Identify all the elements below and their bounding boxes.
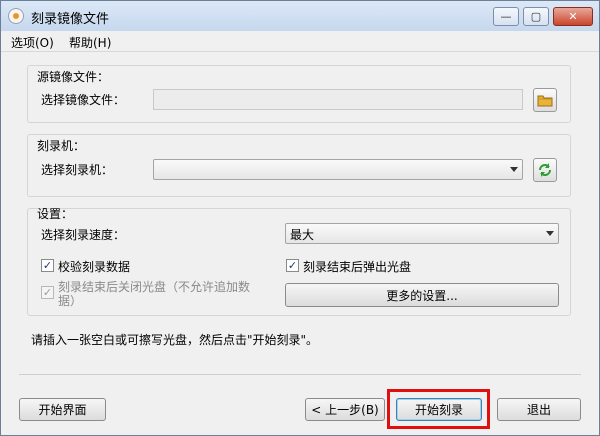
chevron-down-icon (546, 231, 554, 236)
restore-button[interactable]: ▢ (523, 7, 549, 26)
burner-group-label: 刻录机： (37, 139, 86, 153)
browse-button[interactable] (533, 88, 557, 112)
close-disc-checkbox[interactable]: ✓ (41, 286, 54, 299)
home-button[interactable]: 开始界面 (19, 398, 106, 421)
close-disc-label-line1: 刻录结束后关闭光盘（不允许追加数 (58, 280, 251, 294)
source-group-label: 源镜像文件： (37, 70, 110, 84)
close-button[interactable]: ✕ (553, 7, 593, 26)
instruction-text: 请插入一张空白或可擦写光盘，然后点击"开始刻录"。 (31, 333, 319, 347)
title-bar[interactable]: 刻录镜像文件 — ▢ ✕ (1, 1, 599, 31)
app-disc-icon (8, 8, 24, 24)
menu-options[interactable]: 选项(O) (11, 34, 54, 51)
refresh-burner-button[interactable] (533, 158, 557, 182)
folder-icon (537, 95, 553, 107)
burner-select[interactable] (153, 159, 523, 180)
verify-data-checkbox[interactable]: ✓ (41, 259, 54, 272)
back-button[interactable]: < 上一步(B) (305, 398, 385, 421)
footer-separator (19, 374, 581, 375)
chevron-down-icon (510, 167, 518, 172)
highlight-box (387, 389, 490, 429)
speed-select[interactable]: 最大 (285, 223, 559, 244)
select-image-label: 选择镜像文件： (41, 93, 126, 107)
minimize-button[interactable]: — (493, 7, 519, 26)
more-settings-button[interactable]: 更多的设置... (285, 283, 559, 307)
menu-bar: 选项(O) 帮助(H) (1, 31, 599, 52)
window-title: 刻录镜像文件 (31, 12, 110, 27)
verify-data-label: 校验刻录数据 (58, 260, 131, 274)
settings-group-label: 设置： (37, 207, 74, 221)
menu-help[interactable]: 帮助(H) (69, 34, 111, 51)
burn-image-window: 刻录镜像文件 — ▢ ✕ 选项(O) 帮助(H) 源镜像文件： 选择镜像文件： … (0, 0, 600, 436)
select-burner-label: 选择刻录机： (41, 163, 114, 177)
eject-disc-checkbox[interactable]: ✓ (286, 259, 299, 272)
speed-selected-value: 最大 (290, 228, 315, 242)
refresh-icon (539, 163, 551, 177)
eject-disc-label: 刻录结束后弹出光盘 (303, 260, 412, 274)
speed-label: 选择刻录速度： (41, 228, 126, 242)
image-path-field[interactable] (153, 89, 523, 110)
close-disc-label-line2: 据） (58, 294, 83, 308)
exit-button[interactable]: 退出 (497, 398, 581, 421)
